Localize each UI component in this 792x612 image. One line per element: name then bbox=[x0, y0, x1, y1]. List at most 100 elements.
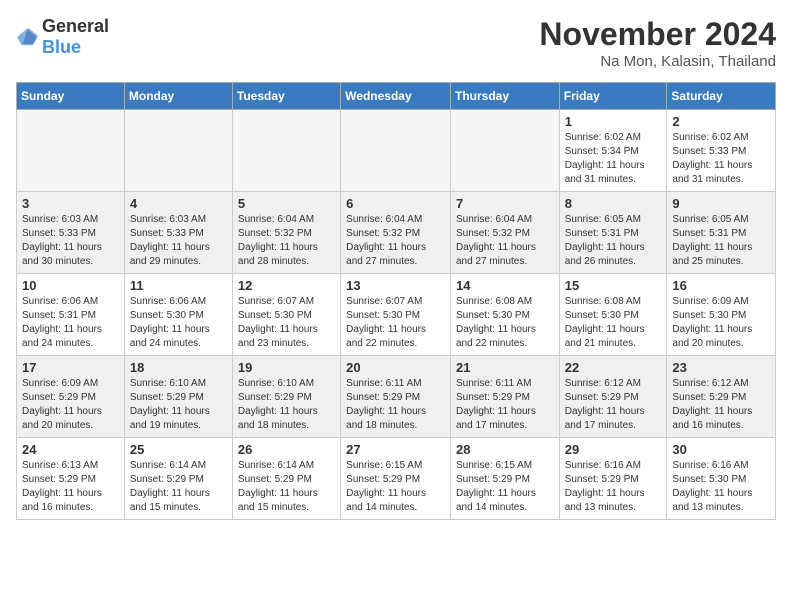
day-info: Sunrise: 6:07 AM Sunset: 5:30 PM Dayligh… bbox=[346, 295, 445, 351]
day-number: 17 bbox=[22, 360, 119, 375]
day-number: 2 bbox=[672, 114, 770, 129]
calendar-table: SundayMondayTuesdayWednesdayThursdayFrid… bbox=[16, 82, 776, 520]
calendar-cell: 26 Sunrise: 6:14 AM Sunset: 5:29 PM Dayli… bbox=[232, 438, 340, 520]
day-info: Sunrise: 6:06 AM Sunset: 5:30 PM Dayligh… bbox=[130, 295, 227, 351]
calendar-cell: 24 Sunrise: 6:13 AM Sunset: 5:29 PM Dayli… bbox=[17, 438, 125, 520]
day-info: Sunrise: 6:08 AM Sunset: 5:30 PM Dayligh… bbox=[565, 295, 662, 351]
calendar-cell: 30Sunrise: 6:16 AM Sunset: 5:30 PM Dayli… bbox=[667, 438, 776, 520]
calendar-cell: 5 Sunrise: 6:04 AM Sunset: 5:32 PM Daylig… bbox=[232, 192, 340, 274]
calendar-cell: 7 Sunrise: 6:04 AM Sunset: 5:32 PM Daylig… bbox=[450, 192, 559, 274]
calendar-cell: 12 Sunrise: 6:07 AM Sunset: 5:30 PM Dayli… bbox=[232, 274, 340, 356]
day-number: 29 bbox=[565, 442, 662, 457]
day-info: Sunrise: 6:11 AM Sunset: 5:29 PM Dayligh… bbox=[346, 377, 445, 433]
day-number: 8 bbox=[565, 196, 662, 211]
day-number: 22 bbox=[565, 360, 662, 375]
logo: General Blue bbox=[16, 16, 109, 58]
calendar-cell: 22 Sunrise: 6:12 AM Sunset: 5:29 PM Dayli… bbox=[559, 356, 667, 438]
calendar-cell bbox=[341, 110, 451, 192]
calendar-header-thursday: Thursday bbox=[450, 83, 559, 110]
page-header: General Blue November 2024 Na Mon, Kalas… bbox=[16, 16, 776, 70]
calendar-header-saturday: Saturday bbox=[667, 83, 776, 110]
calendar-week-row: 1 Sunrise: 6:02 AM Sunset: 5:34 PM Daylig… bbox=[17, 110, 776, 192]
day-number: 1 bbox=[565, 114, 662, 129]
calendar-cell: 21Sunrise: 6:11 AM Sunset: 5:29 PM Dayli… bbox=[450, 356, 559, 438]
day-number: 24 bbox=[22, 442, 119, 457]
calendar-cell bbox=[232, 110, 340, 192]
location: Na Mon, Kalasin, Thailand bbox=[539, 53, 776, 70]
day-number: 7 bbox=[456, 196, 554, 211]
calendar-cell: 1 Sunrise: 6:02 AM Sunset: 5:34 PM Daylig… bbox=[559, 110, 667, 192]
day-info: Sunrise: 6:05 AM Sunset: 5:31 PM Dayligh… bbox=[565, 213, 662, 269]
day-number: 25 bbox=[130, 442, 227, 457]
day-info: Sunrise: 6:02 AM Sunset: 5:34 PM Dayligh… bbox=[565, 131, 662, 187]
calendar-cell: 3 Sunrise: 6:03 AM Sunset: 5:33 PM Daylig… bbox=[17, 192, 125, 274]
calendar-cell: 14Sunrise: 6:08 AM Sunset: 5:30 PM Dayli… bbox=[450, 274, 559, 356]
day-info: Sunrise: 6:12 AM Sunset: 5:29 PM Dayligh… bbox=[565, 377, 662, 433]
day-number: 9 bbox=[672, 196, 770, 211]
logo-blue: Blue bbox=[42, 37, 81, 57]
day-number: 20 bbox=[346, 360, 445, 375]
calendar-cell: 6 Sunrise: 6:04 AM Sunset: 5:32 PM Daylig… bbox=[341, 192, 451, 274]
day-info: Sunrise: 6:02 AM Sunset: 5:33 PM Dayligh… bbox=[672, 131, 770, 187]
day-info: Sunrise: 6:12 AM Sunset: 5:29 PM Dayligh… bbox=[672, 377, 770, 433]
month-title: November 2024 bbox=[539, 16, 776, 53]
day-info: Sunrise: 6:10 AM Sunset: 5:29 PM Dayligh… bbox=[130, 377, 227, 433]
day-info: Sunrise: 6:04 AM Sunset: 5:32 PM Dayligh… bbox=[238, 213, 335, 269]
calendar-cell: 11 Sunrise: 6:06 AM Sunset: 5:30 PM Dayli… bbox=[124, 274, 232, 356]
title-block: November 2024 Na Mon, Kalasin, Thailand bbox=[539, 16, 776, 70]
day-number: 27 bbox=[346, 442, 445, 457]
calendar-cell: 2 Sunrise: 6:02 AM Sunset: 5:33 PM Daylig… bbox=[667, 110, 776, 192]
day-info: Sunrise: 6:03 AM Sunset: 5:33 PM Dayligh… bbox=[22, 213, 119, 269]
calendar-cell bbox=[450, 110, 559, 192]
calendar-week-row: 10Sunrise: 6:06 AM Sunset: 5:31 PM Dayli… bbox=[17, 274, 776, 356]
calendar-cell: 18 Sunrise: 6:10 AM Sunset: 5:29 PM Dayli… bbox=[124, 356, 232, 438]
day-number: 6 bbox=[346, 196, 445, 211]
day-info: Sunrise: 6:03 AM Sunset: 5:33 PM Dayligh… bbox=[130, 213, 227, 269]
day-number: 3 bbox=[22, 196, 119, 211]
calendar-cell: 15Sunrise: 6:08 AM Sunset: 5:30 PM Dayli… bbox=[559, 274, 667, 356]
day-info: Sunrise: 6:06 AM Sunset: 5:31 PM Dayligh… bbox=[22, 295, 119, 351]
day-number: 13 bbox=[346, 278, 445, 293]
calendar-cell: 8 Sunrise: 6:05 AM Sunset: 5:31 PM Daylig… bbox=[559, 192, 667, 274]
day-number: 26 bbox=[238, 442, 335, 457]
logo-icon bbox=[16, 26, 38, 48]
day-info: Sunrise: 6:15 AM Sunset: 5:29 PM Dayligh… bbox=[346, 459, 445, 515]
day-info: Sunrise: 6:14 AM Sunset: 5:29 PM Dayligh… bbox=[130, 459, 227, 515]
calendar-cell: 4 Sunrise: 6:03 AM Sunset: 5:33 PM Daylig… bbox=[124, 192, 232, 274]
day-info: Sunrise: 6:04 AM Sunset: 5:32 PM Dayligh… bbox=[346, 213, 445, 269]
calendar-cell: 9 Sunrise: 6:05 AM Sunset: 5:31 PM Daylig… bbox=[667, 192, 776, 274]
day-info: Sunrise: 6:04 AM Sunset: 5:32 PM Dayligh… bbox=[456, 213, 554, 269]
calendar-cell: 25 Sunrise: 6:14 AM Sunset: 5:29 PM Dayli… bbox=[124, 438, 232, 520]
calendar-week-row: 17 Sunrise: 6:09 AM Sunset: 5:29 PM Dayli… bbox=[17, 356, 776, 438]
day-info: Sunrise: 6:05 AM Sunset: 5:31 PM Dayligh… bbox=[672, 213, 770, 269]
day-info: Sunrise: 6:13 AM Sunset: 5:29 PM Dayligh… bbox=[22, 459, 119, 515]
calendar-cell: 29Sunrise: 6:16 AM Sunset: 5:29 PM Dayli… bbox=[559, 438, 667, 520]
day-number: 12 bbox=[238, 278, 335, 293]
day-info: Sunrise: 6:10 AM Sunset: 5:29 PM Dayligh… bbox=[238, 377, 335, 433]
calendar-header-tuesday: Tuesday bbox=[232, 83, 340, 110]
day-number: 11 bbox=[130, 278, 227, 293]
calendar-week-row: 24 Sunrise: 6:13 AM Sunset: 5:29 PM Dayli… bbox=[17, 438, 776, 520]
day-info: Sunrise: 6:09 AM Sunset: 5:30 PM Dayligh… bbox=[672, 295, 770, 351]
calendar-cell bbox=[124, 110, 232, 192]
day-info: Sunrise: 6:09 AM Sunset: 5:29 PM Dayligh… bbox=[22, 377, 119, 433]
day-number: 19 bbox=[238, 360, 335, 375]
day-info: Sunrise: 6:14 AM Sunset: 5:29 PM Dayligh… bbox=[238, 459, 335, 515]
calendar-header-sunday: Sunday bbox=[17, 83, 125, 110]
calendar-header-monday: Monday bbox=[124, 83, 232, 110]
calendar-header-friday: Friday bbox=[559, 83, 667, 110]
calendar-cell: 27 Sunrise: 6:15 AM Sunset: 5:29 PM Dayli… bbox=[341, 438, 451, 520]
day-number: 28 bbox=[456, 442, 554, 457]
calendar-cell: 19 Sunrise: 6:10 AM Sunset: 5:29 PM Dayli… bbox=[232, 356, 340, 438]
day-number: 30 bbox=[672, 442, 770, 457]
day-info: Sunrise: 6:07 AM Sunset: 5:30 PM Dayligh… bbox=[238, 295, 335, 351]
calendar-week-row: 3 Sunrise: 6:03 AM Sunset: 5:33 PM Daylig… bbox=[17, 192, 776, 274]
day-info: Sunrise: 6:08 AM Sunset: 5:30 PM Dayligh… bbox=[456, 295, 554, 351]
logo-general: General bbox=[42, 16, 109, 36]
day-number: 4 bbox=[130, 196, 227, 211]
day-number: 21 bbox=[456, 360, 554, 375]
calendar-cell bbox=[17, 110, 125, 192]
day-number: 18 bbox=[130, 360, 227, 375]
day-number: 16 bbox=[672, 278, 770, 293]
day-number: 5 bbox=[238, 196, 335, 211]
